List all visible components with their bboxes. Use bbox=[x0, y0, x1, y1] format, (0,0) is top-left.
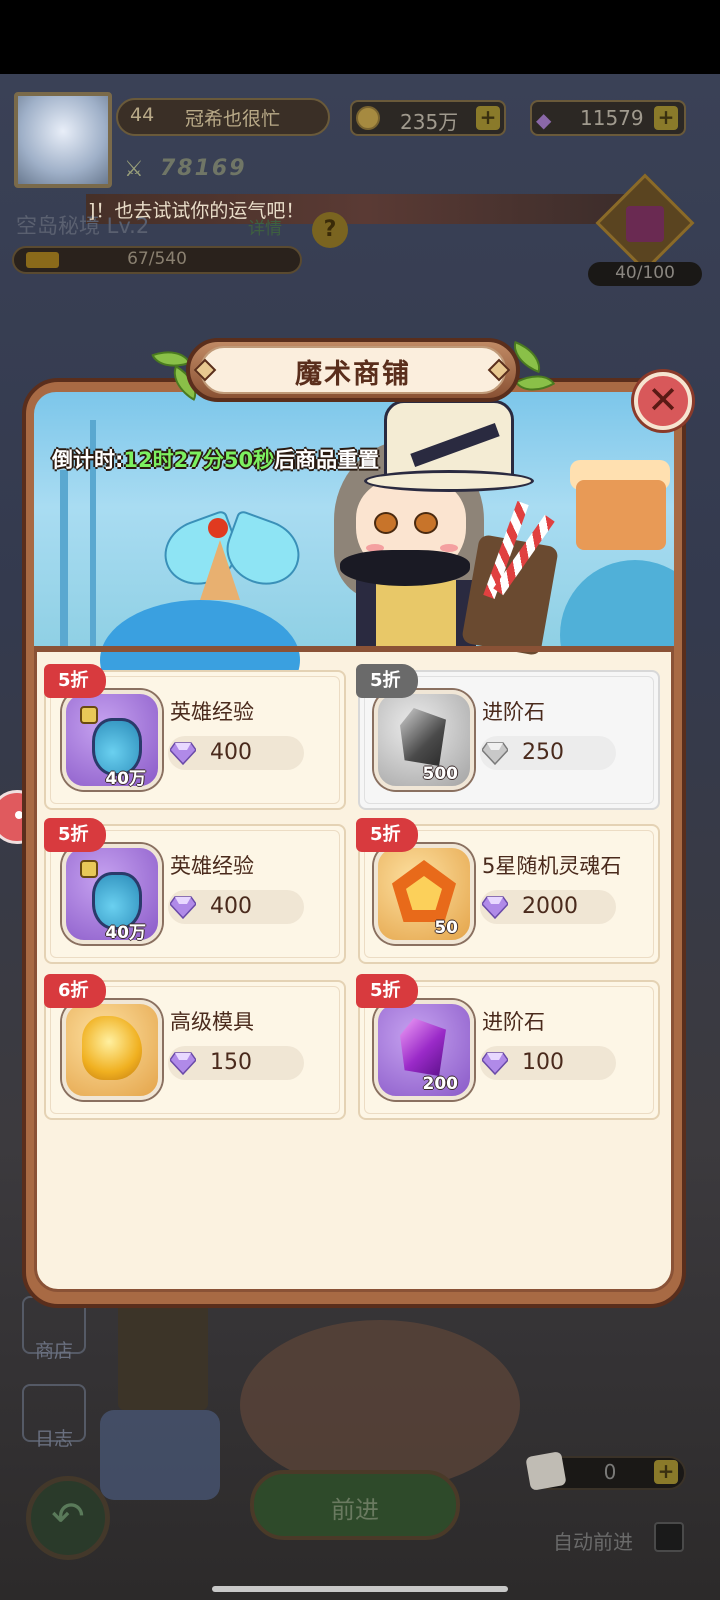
background-gift bbox=[100, 1410, 220, 1500]
discount-tag: 5折 bbox=[44, 664, 106, 698]
merchant-eye bbox=[374, 512, 398, 534]
player-avatar[interactable] bbox=[14, 92, 112, 188]
status-bar bbox=[0, 0, 720, 74]
stage-detail-link[interactable]: 详情 bbox=[248, 214, 282, 239]
banner-tree bbox=[60, 470, 68, 650]
merchant-hat-brim bbox=[364, 470, 534, 492]
countdown-prefix: 倒计时: bbox=[52, 448, 124, 472]
diamond-icon bbox=[482, 896, 508, 919]
item-quantity: 200 bbox=[422, 1074, 459, 1094]
shop-menu-label[interactable]: 商店 bbox=[22, 1336, 86, 1363]
shop-title: 魔术商铺 bbox=[295, 359, 411, 390]
discount-tag: 5折 bbox=[44, 818, 106, 852]
home-indicator[interactable] bbox=[212, 1586, 508, 1592]
diamond-icon bbox=[170, 742, 196, 765]
discount-tag: 5折 bbox=[356, 664, 418, 698]
gift-chest-button[interactable] bbox=[595, 173, 695, 273]
item-name: 高级模具 bbox=[170, 1010, 254, 1034]
auto-advance-label: 自动前进 bbox=[553, 1530, 633, 1554]
gift-progress-text: 40/100 bbox=[615, 263, 675, 283]
countdown-suffix: 后商品重置 bbox=[274, 448, 380, 472]
banner-divider bbox=[34, 646, 674, 652]
diamond-icon bbox=[170, 896, 196, 919]
merchant-body bbox=[356, 580, 476, 650]
background-cookie bbox=[240, 1320, 520, 1490]
dice-icon bbox=[525, 1451, 567, 1491]
restock-countdown: 倒计时:12时27分50秒后商品重置 bbox=[52, 444, 379, 474]
coin-icon bbox=[356, 106, 380, 130]
gem-value: 11579 bbox=[580, 106, 644, 130]
player-level: 44 bbox=[130, 104, 155, 126]
item-price: 400 bbox=[210, 894, 252, 919]
item-price: 150 bbox=[210, 1050, 252, 1075]
add-coins-button[interactable]: + bbox=[476, 106, 500, 130]
merchant-collar bbox=[340, 550, 470, 586]
gift-box-icon bbox=[626, 206, 664, 242]
item-price: 2000 bbox=[522, 894, 578, 919]
item-price: 250 bbox=[522, 740, 564, 765]
help-button[interactable]: ? bbox=[312, 212, 348, 248]
player-name: 冠希也很忙 bbox=[185, 108, 281, 130]
auto-advance-checkbox[interactable] bbox=[654, 1522, 684, 1552]
combat-power: 78169 bbox=[160, 156, 247, 181]
stage-progress-text: 67/540 bbox=[127, 249, 187, 269]
add-dice-button[interactable]: + bbox=[654, 1460, 678, 1484]
advance-button-label[interactable]: 前进 bbox=[250, 1490, 460, 1525]
back-arrow-icon[interactable]: ↶ bbox=[26, 1476, 110, 1560]
item-quantity: 40万 bbox=[105, 923, 146, 943]
merchant-eye bbox=[414, 512, 438, 534]
countdown-time: 12时27分50秒 bbox=[123, 448, 275, 472]
diamond-icon bbox=[482, 742, 508, 765]
diamond-icon: ◆ bbox=[536, 108, 552, 132]
bottle-cork bbox=[80, 706, 98, 724]
item-name: 5星随机灵魂石 bbox=[482, 854, 622, 878]
discount-tag: 5折 bbox=[356, 974, 418, 1008]
coin-value: 235万 bbox=[400, 110, 459, 134]
item-name: 进阶石 bbox=[482, 700, 545, 724]
item-quantity: 500 bbox=[422, 764, 459, 784]
item-price: 400 bbox=[210, 740, 252, 765]
discount-tag: 6折 bbox=[44, 974, 106, 1008]
item-quantity: 40万 bbox=[105, 769, 146, 789]
add-gems-button[interactable]: + bbox=[654, 106, 678, 130]
banner-candy-house bbox=[576, 480, 666, 550]
crossed-swords-icon: ⚔ bbox=[124, 157, 144, 182]
log-menu-label[interactable]: 日志 bbox=[22, 1424, 86, 1451]
item-quantity: 50 bbox=[434, 918, 458, 938]
diamond-icon bbox=[482, 1052, 508, 1075]
diamond-icon bbox=[170, 1052, 196, 1075]
item-name: 英雄经验 bbox=[170, 854, 254, 878]
banner-cherry bbox=[208, 518, 228, 538]
discount-tag: 5折 bbox=[356, 818, 418, 852]
board-tiles bbox=[118, 1300, 208, 1410]
dice-count: 0 bbox=[603, 1460, 617, 1484]
item-price: 100 bbox=[522, 1050, 564, 1075]
close-button[interactable]: ✕ bbox=[634, 372, 692, 430]
item-name: 进阶石 bbox=[482, 1010, 545, 1034]
bottle-cork bbox=[80, 860, 98, 878]
item-name: 英雄经验 bbox=[170, 700, 254, 724]
